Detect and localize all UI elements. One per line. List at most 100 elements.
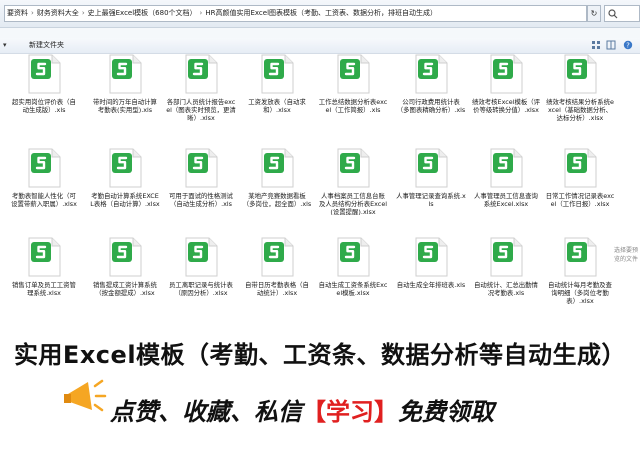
excel-file-icon [109, 148, 142, 188]
excel-file-icon [337, 54, 370, 94]
excel-file-icon [261, 237, 294, 277]
organize-dropdown[interactable]: ▾ [3, 41, 7, 49]
file-name: 带时间的万年自动计算考勤表(实用型).xls [93, 98, 157, 114]
file-item[interactable]: 人事档案员工信息台账及人员结构分析表Excel(设置提醒).xlsx [314, 148, 392, 216]
file-item[interactable]: 公司行政费用统计表（多图表精确分析）.xls [392, 54, 470, 114]
file-name: 公司行政费用统计表（多图表精确分析）.xls [396, 98, 466, 114]
excel-file-icon [337, 148, 370, 188]
file-name: 自动统计、汇总出勤情况考勤表.xls [474, 281, 538, 297]
breadcrumb-separator: › [199, 9, 203, 17]
file-item[interactable]: 自动统计、汇总出勤情况考勤表.xls [467, 237, 545, 297]
excel-file-icon [109, 54, 142, 94]
svg-text:?: ? [626, 42, 630, 50]
view-options-icon[interactable] [591, 40, 601, 50]
file-item[interactable]: 超实用岗位评价表（自动生成版）.xls [5, 54, 83, 114]
file-name: 销售提成工资计算系统（按金额提成）.xlsx [93, 281, 157, 297]
file-name: 考勤表智能人性化（可设置带薪入职属）.xlsx [11, 192, 77, 208]
file-item[interactable]: 日常工作情况记录表excel（工作日报）.xlsx [541, 148, 619, 208]
file-item[interactable]: 考勤表智能人性化（可设置带薪入职属）.xlsx [5, 148, 83, 208]
file-item[interactable]: 可用于面试的性格测试（自动生成分析）.xls [162, 148, 240, 208]
excel-file-icon [337, 237, 370, 277]
excel-file-icon [28, 148, 61, 188]
excel-file-icon [185, 54, 218, 94]
excel-file-icon [261, 148, 294, 188]
breadcrumb-item[interactable]: HR高颜值实用Excel图表模板（考勤、工资表、数据分析，排班自动生成） [205, 9, 437, 17]
file-item[interactable]: 带时间的万年自动计算考勤表(实用型).xls [86, 54, 164, 114]
search-icon [608, 9, 618, 19]
file-item[interactable]: 自动生成工资条系统Excel模板.xlsx [314, 237, 392, 297]
file-item[interactable]: 人事管理记录查询系统.xls [392, 148, 470, 208]
breadcrumb-item[interactable]: 财务资料大全 [37, 9, 79, 17]
file-name: 超实用岗位评价表（自动生成版）.xls [12, 98, 76, 114]
breadcrumb[interactable]: 要资料 › 财务资料大全 › 史上最强Excel模板（680个文档） › HR高颜值实用Ex… [4, 5, 587, 22]
file-item[interactable]: 绩效考核结果分析系统excel（基础数据分析、达标分析）.xlsx [541, 54, 619, 122]
banner-cta: 点赞、收藏、私信【学习】免费领取 [110, 392, 494, 432]
preview-pane-icon[interactable] [606, 40, 616, 50]
file-name: 人事管理记录查询系统.xls [396, 192, 466, 208]
file-item[interactable]: 自带日历考勤表格（自动统计）.xlsx [238, 237, 316, 297]
search-input[interactable] [604, 5, 640, 22]
excel-file-icon [564, 148, 597, 188]
excel-file-icon [490, 148, 523, 188]
megaphone-icon [64, 379, 107, 412]
breadcrumb-separator: › [81, 9, 85, 17]
breadcrumb-separator: › [31, 9, 34, 17]
excel-file-icon [490, 237, 523, 277]
excel-file-icon [415, 237, 448, 277]
file-name: 工资发放表（自动求和）.xlsx [248, 98, 306, 114]
file-name: 人事管理员工信息查询系统Excel.xlsx [474, 192, 538, 208]
excel-file-icon [185, 237, 218, 277]
file-name: 自动统计每月考勤及查询明细（多岗位考勤表）.xlsx [548, 281, 612, 305]
new-folder-button[interactable]: 新建文件夹 [29, 40, 64, 51]
refresh-button[interactable]: ↻ [587, 5, 601, 22]
cta-keyword: 【学习】 [302, 398, 398, 426]
file-name: 可用于面试的性格测试（自动生成分析）.xls [169, 192, 233, 208]
file-item[interactable]: 各部门人员统计报告excel（图表实时预览，更清晰）.xlsx [162, 54, 240, 122]
file-name: 人事档案员工信息台账及人员结构分析表Excel(设置提醒).xlsx [318, 192, 388, 216]
file-name: 自动生成工资条系统Excel模板.xlsx [318, 281, 388, 297]
excel-file-icon [564, 54, 597, 94]
excel-file-icon [28, 54, 61, 94]
file-name: 某地产竞赛数据看板（多岗位，超全面）.xls [242, 192, 312, 208]
preview-pane-hint: 选择要预览的文件 [614, 247, 639, 263]
toolbar: ▾ 新建文件夹 ? [0, 38, 640, 54]
excel-file-icon [490, 54, 523, 94]
file-item[interactable]: 考勤自动计算系统EXCEL表格（自动计算）.xlsx [86, 148, 164, 208]
breadcrumb-item[interactable]: 史上最强Excel模板（680个文档） [88, 9, 197, 17]
refresh-icon: ↻ [590, 9, 598, 18]
file-item[interactable]: 自动统计每月考勤及查询明细（多岗位考勤表）.xlsx [541, 237, 619, 305]
file-item[interactable]: 销售提成工资计算系统（按金额提成）.xlsx [86, 237, 164, 297]
file-name: 考勤自动计算系统EXCEL表格（自动计算）.xlsx [90, 192, 160, 208]
breadcrumb-item[interactable]: 要资料 [7, 9, 28, 17]
excel-file-icon [109, 237, 142, 277]
file-item[interactable]: 绩效考核Excel模板（评价等级转换分值）.xlsx [467, 54, 545, 114]
file-item[interactable]: 工作总结数据分析表excel（工作简报）.xls [314, 54, 392, 114]
file-grid: 超实用岗位评价表（自动生成版）.xls 带时间的万年自动计算考勤表(实用型).xl… [0, 54, 614, 339]
help-icon[interactable]: ? [623, 40, 633, 50]
menu-bar [0, 28, 640, 38]
excel-file-icon [185, 148, 218, 188]
file-name: 员工离职记录与统计表（原因分析）.xlsx [169, 281, 233, 297]
file-name: 日常工作情况记录表excel（工作日报）.xlsx [545, 192, 615, 208]
file-item[interactable]: 销售订单及员工工资管理系统.xlsx [5, 237, 83, 297]
file-name: 绩效考核Excel模板（评价等级转换分值）.xlsx [471, 98, 541, 114]
file-name: 销售订单及员工工资管理系统.xlsx [12, 281, 76, 297]
file-item[interactable]: 人事管理员工信息查询系统Excel.xlsx [467, 148, 545, 208]
address-bar-area: 要资料 › 财务资料大全 › 史上最强Excel模板（680个文档） › HR高颜值实用Ex… [0, 0, 640, 28]
file-name: 各部门人员统计报告excel（图表实时预览，更清晰）.xlsx [166, 98, 236, 122]
file-name: 自动生成全年排班表.xls [396, 281, 466, 289]
excel-file-icon [415, 148, 448, 188]
excel-file-icon [415, 54, 448, 94]
excel-file-icon [261, 54, 294, 94]
excel-file-icon [28, 237, 61, 277]
file-name: 自带日历考勤表格（自动统计）.xlsx [245, 281, 309, 297]
cta-prefix: 点赞、收藏、私信 [110, 398, 302, 426]
excel-file-icon [564, 237, 597, 277]
file-item[interactable]: 自动生成全年排班表.xls [392, 237, 470, 289]
file-item[interactable]: 工资发放表（自动求和）.xlsx [238, 54, 316, 114]
file-item[interactable]: 某地产竞赛数据看板（多岗位，超全面）.xls [238, 148, 316, 208]
file-item[interactable]: 员工离职记录与统计表（原因分析）.xlsx [162, 237, 240, 297]
file-name: 绩效考核结果分析系统excel（基础数据分析、达标分析）.xlsx [546, 98, 614, 122]
file-name: 工作总结数据分析表excel（工作简报）.xls [318, 98, 388, 114]
banner-title: 实用Excel模板（考勤、工资条、数据分析等自动生成） [13, 341, 627, 369]
